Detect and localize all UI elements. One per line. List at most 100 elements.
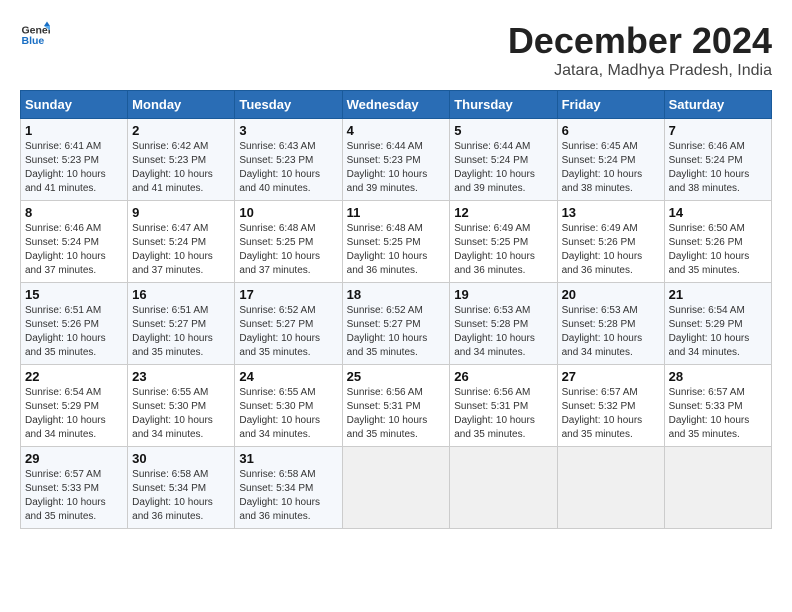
logo: General Blue <box>20 20 50 50</box>
table-row: 18 Sunrise: 6:52 AM Sunset: 5:27 PM Dayl… <box>342 283 450 365</box>
day-info: Sunrise: 6:57 AM Sunset: 5:32 PM Dayligh… <box>562 386 660 442</box>
day-number: 3 <box>239 123 337 138</box>
day-info: Sunrise: 6:53 AM Sunset: 5:28 PM Dayligh… <box>562 304 660 360</box>
table-row: 3 Sunrise: 6:43 AM Sunset: 5:23 PM Dayli… <box>235 119 342 201</box>
day-info: Sunrise: 6:46 AM Sunset: 5:24 PM Dayligh… <box>25 222 123 278</box>
day-info: Sunrise: 6:50 AM Sunset: 5:26 PM Dayligh… <box>669 222 767 278</box>
day-number: 31 <box>239 451 337 466</box>
table-row: 4 Sunrise: 6:44 AM Sunset: 5:23 PM Dayli… <box>342 119 450 201</box>
table-row <box>664 447 771 529</box>
calendar-row: 22 Sunrise: 6:54 AM Sunset: 5:29 PM Dayl… <box>21 365 772 447</box>
table-row: 26 Sunrise: 6:56 AM Sunset: 5:31 PM Dayl… <box>450 365 557 447</box>
day-info: Sunrise: 6:57 AM Sunset: 5:33 PM Dayligh… <box>25 468 123 524</box>
header-wednesday: Wednesday <box>342 91 450 119</box>
table-row: 1 Sunrise: 6:41 AM Sunset: 5:23 PM Dayli… <box>21 119 128 201</box>
table-row: 27 Sunrise: 6:57 AM Sunset: 5:32 PM Dayl… <box>557 365 664 447</box>
table-row: 20 Sunrise: 6:53 AM Sunset: 5:28 PM Dayl… <box>557 283 664 365</box>
day-number: 23 <box>132 369 230 384</box>
table-row: 2 Sunrise: 6:42 AM Sunset: 5:23 PM Dayli… <box>128 119 235 201</box>
day-number: 19 <box>454 287 552 302</box>
day-number: 22 <box>25 369 123 384</box>
day-info: Sunrise: 6:56 AM Sunset: 5:31 PM Dayligh… <box>454 386 552 442</box>
svg-text:Blue: Blue <box>22 35 45 47</box>
page-header: General Blue December 2024 Jatara, Madhy… <box>20 20 772 80</box>
day-number: 5 <box>454 123 552 138</box>
table-row: 30 Sunrise: 6:58 AM Sunset: 5:34 PM Dayl… <box>128 447 235 529</box>
day-info: Sunrise: 6:44 AM Sunset: 5:24 PM Dayligh… <box>454 140 552 196</box>
table-row: 7 Sunrise: 6:46 AM Sunset: 5:24 PM Dayli… <box>664 119 771 201</box>
day-number: 17 <box>239 287 337 302</box>
table-row: 29 Sunrise: 6:57 AM Sunset: 5:33 PM Dayl… <box>21 447 128 529</box>
day-number: 4 <box>347 123 446 138</box>
day-number: 7 <box>669 123 767 138</box>
day-info: Sunrise: 6:54 AM Sunset: 5:29 PM Dayligh… <box>25 386 123 442</box>
month-title: December 2024 <box>508 20 772 62</box>
day-number: 11 <box>347 205 446 220</box>
day-info: Sunrise: 6:46 AM Sunset: 5:24 PM Dayligh… <box>669 140 767 196</box>
header-tuesday: Tuesday <box>235 91 342 119</box>
day-number: 2 <box>132 123 230 138</box>
day-info: Sunrise: 6:49 AM Sunset: 5:25 PM Dayligh… <box>454 222 552 278</box>
day-info: Sunrise: 6:43 AM Sunset: 5:23 PM Dayligh… <box>239 140 337 196</box>
table-row: 22 Sunrise: 6:54 AM Sunset: 5:29 PM Dayl… <box>21 365 128 447</box>
header-monday: Monday <box>128 91 235 119</box>
day-number: 27 <box>562 369 660 384</box>
day-info: Sunrise: 6:48 AM Sunset: 5:25 PM Dayligh… <box>347 222 446 278</box>
calendar-row: 29 Sunrise: 6:57 AM Sunset: 5:33 PM Dayl… <box>21 447 772 529</box>
table-row: 9 Sunrise: 6:47 AM Sunset: 5:24 PM Dayli… <box>128 201 235 283</box>
day-number: 28 <box>669 369 767 384</box>
day-info: Sunrise: 6:52 AM Sunset: 5:27 PM Dayligh… <box>239 304 337 360</box>
table-row: 11 Sunrise: 6:48 AM Sunset: 5:25 PM Dayl… <box>342 201 450 283</box>
table-row: 21 Sunrise: 6:54 AM Sunset: 5:29 PM Dayl… <box>664 283 771 365</box>
table-row <box>342 447 450 529</box>
calendar-row: 8 Sunrise: 6:46 AM Sunset: 5:24 PM Dayli… <box>21 201 772 283</box>
calendar-table: Sunday Monday Tuesday Wednesday Thursday… <box>20 90 772 529</box>
day-info: Sunrise: 6:41 AM Sunset: 5:23 PM Dayligh… <box>25 140 123 196</box>
table-row: 10 Sunrise: 6:48 AM Sunset: 5:25 PM Dayl… <box>235 201 342 283</box>
day-info: Sunrise: 6:56 AM Sunset: 5:31 PM Dayligh… <box>347 386 446 442</box>
table-row: 14 Sunrise: 6:50 AM Sunset: 5:26 PM Dayl… <box>664 201 771 283</box>
day-info: Sunrise: 6:58 AM Sunset: 5:34 PM Dayligh… <box>132 468 230 524</box>
day-number: 13 <box>562 205 660 220</box>
table-row: 16 Sunrise: 6:51 AM Sunset: 5:27 PM Dayl… <box>128 283 235 365</box>
day-info: Sunrise: 6:48 AM Sunset: 5:25 PM Dayligh… <box>239 222 337 278</box>
header-saturday: Saturday <box>664 91 771 119</box>
day-info: Sunrise: 6:51 AM Sunset: 5:26 PM Dayligh… <box>25 304 123 360</box>
day-info: Sunrise: 6:58 AM Sunset: 5:34 PM Dayligh… <box>239 468 337 524</box>
day-number: 30 <box>132 451 230 466</box>
day-number: 21 <box>669 287 767 302</box>
table-row: 12 Sunrise: 6:49 AM Sunset: 5:25 PM Dayl… <box>450 201 557 283</box>
calendar-row: 1 Sunrise: 6:41 AM Sunset: 5:23 PM Dayli… <box>21 119 772 201</box>
logo-icon: General Blue <box>20 20 50 50</box>
day-number: 6 <box>562 123 660 138</box>
day-number: 16 <box>132 287 230 302</box>
table-row: 25 Sunrise: 6:56 AM Sunset: 5:31 PM Dayl… <box>342 365 450 447</box>
table-row: 23 Sunrise: 6:55 AM Sunset: 5:30 PM Dayl… <box>128 365 235 447</box>
day-number: 25 <box>347 369 446 384</box>
day-info: Sunrise: 6:45 AM Sunset: 5:24 PM Dayligh… <box>562 140 660 196</box>
table-row: 8 Sunrise: 6:46 AM Sunset: 5:24 PM Dayli… <box>21 201 128 283</box>
day-number: 8 <box>25 205 123 220</box>
day-number: 14 <box>669 205 767 220</box>
day-number: 9 <box>132 205 230 220</box>
table-row: 17 Sunrise: 6:52 AM Sunset: 5:27 PM Dayl… <box>235 283 342 365</box>
title-area: December 2024 Jatara, Madhya Pradesh, In… <box>508 20 772 80</box>
table-row: 6 Sunrise: 6:45 AM Sunset: 5:24 PM Dayli… <box>557 119 664 201</box>
location-title: Jatara, Madhya Pradesh, India <box>508 62 772 80</box>
header-thursday: Thursday <box>450 91 557 119</box>
day-number: 1 <box>25 123 123 138</box>
day-info: Sunrise: 6:55 AM Sunset: 5:30 PM Dayligh… <box>132 386 230 442</box>
day-info: Sunrise: 6:47 AM Sunset: 5:24 PM Dayligh… <box>132 222 230 278</box>
table-row: 5 Sunrise: 6:44 AM Sunset: 5:24 PM Dayli… <box>450 119 557 201</box>
day-number: 10 <box>239 205 337 220</box>
day-info: Sunrise: 6:55 AM Sunset: 5:30 PM Dayligh… <box>239 386 337 442</box>
table-row: 19 Sunrise: 6:53 AM Sunset: 5:28 PM Dayl… <box>450 283 557 365</box>
table-row <box>450 447 557 529</box>
day-number: 12 <box>454 205 552 220</box>
table-row: 13 Sunrise: 6:49 AM Sunset: 5:26 PM Dayl… <box>557 201 664 283</box>
day-info: Sunrise: 6:51 AM Sunset: 5:27 PM Dayligh… <box>132 304 230 360</box>
day-number: 29 <box>25 451 123 466</box>
table-row: 24 Sunrise: 6:55 AM Sunset: 5:30 PM Dayl… <box>235 365 342 447</box>
day-number: 20 <box>562 287 660 302</box>
calendar-row: 15 Sunrise: 6:51 AM Sunset: 5:26 PM Dayl… <box>21 283 772 365</box>
